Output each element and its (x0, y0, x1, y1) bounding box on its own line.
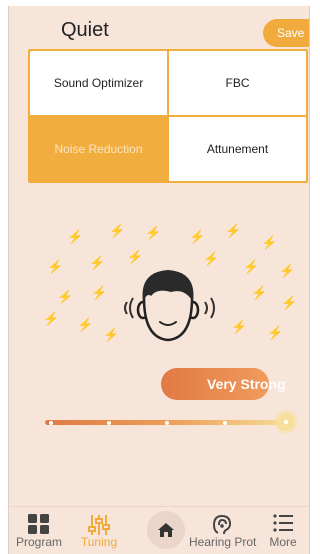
tab-hearing-protection-label: Hearing Prot (189, 535, 257, 549)
noise-bolt-icon: ⚡ (279, 263, 296, 278)
tab-program-label: Program (15, 535, 62, 549)
attunement-button[interactable]: Attunement (169, 117, 306, 181)
noise-level-label: Very Strong (207, 376, 286, 392)
home-button[interactable] (147, 511, 185, 549)
noise-illustration: ⚡ ⚡ ⚡ ⚡ ⚡ ⚡ ⚡ ⚡ ⚡ ⚡ ⚡ ⚡ ⚡ ⚡ ⚡ ⚡ ⚡ ⚡ ⚡ ⚡ … (29, 216, 299, 366)
noise-bolt-icon: ⚡ (47, 259, 64, 274)
noise-level-slider[interactable] (45, 408, 295, 438)
tab-hearing-protection[interactable]: Hearing Prot (189, 507, 257, 554)
home-icon (158, 523, 174, 537)
menu-icon (273, 514, 293, 532)
feature-grid: Sound Optimizer FBC Noise Reduction Attu… (28, 49, 308, 183)
noise-bolt-icon: ⚡ (281, 295, 298, 310)
slider-stop[interactable] (165, 420, 169, 425)
face-icon (124, 270, 215, 342)
noise-bolt-icon: ⚡ (267, 325, 284, 340)
tab-more[interactable]: More (261, 507, 305, 554)
noise-bolt-icon: ⚡ (109, 223, 126, 238)
noise-bolt-icon: ⚡ (91, 285, 108, 300)
slider-stop[interactable] (223, 420, 227, 425)
noise-bolt-icon: ⚡ (189, 229, 206, 244)
noise-bolt-icon: ⚡ (67, 229, 84, 244)
tab-program[interactable]: Program (9, 507, 69, 554)
noise-bolt-icon: ⚡ (225, 223, 242, 238)
noise-bolt-icon: ⚡ (251, 285, 268, 300)
page-title: Quiet (61, 19, 109, 41)
noise-bolt-icon: ⚡ (231, 319, 248, 334)
sound-optimizer-button[interactable]: Sound Optimizer (30, 51, 167, 115)
save-button[interactable]: Save (263, 19, 309, 47)
noise-level-badge: Very Strong (161, 368, 286, 400)
slider-thumb[interactable] (277, 413, 295, 431)
grid-icon (28, 514, 49, 534)
noise-reduction-button[interactable]: Noise Reduction (30, 117, 167, 181)
ear-icon (212, 514, 232, 535)
noise-bolt-icon: ⚡ (243, 259, 260, 274)
noise-bolt-icon: ⚡ (261, 235, 278, 250)
tab-tuning[interactable]: Tuning (69, 507, 129, 554)
tab-more-label: More (269, 535, 297, 549)
slider-stop[interactable] (107, 420, 111, 425)
tab-tuning-label: Tuning (80, 535, 118, 549)
noise-bolt-icon: ⚡ (57, 289, 74, 304)
fbc-button[interactable]: FBC (169, 51, 306, 115)
noise-bolt-icon: ⚡ (145, 225, 162, 240)
slider-stop[interactable] (49, 420, 53, 425)
header: Quiet Save (9, 6, 309, 50)
app-screen: Quiet Save Sound Optimizer FBC Noise Red… (8, 6, 310, 554)
noise-bolt-icon: ⚡ (43, 311, 60, 326)
noise-bolt-icon: ⚡ (89, 255, 106, 270)
sliders-icon (88, 515, 110, 535)
noise-bolt-icon: ⚡ (77, 317, 94, 332)
